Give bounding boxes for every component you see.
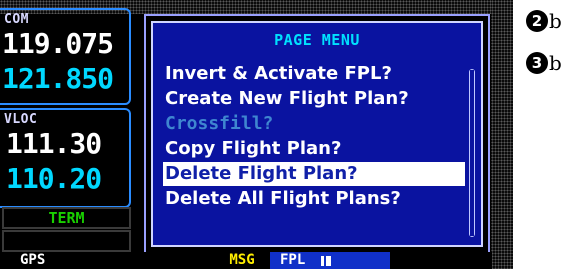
mode-annunciator: GPS [20, 252, 46, 268]
callout-2b: 2 b [526, 10, 562, 32]
vloc-label: VLOC [4, 112, 38, 127]
com-active-frequency: 119.075 [2, 27, 114, 60]
menu-item-delete-flight-plan[interactable]: Delete Flight Plan? [163, 162, 465, 186]
callout-number-badge: 2 [526, 10, 548, 32]
page-menu-window: PAGE MENU Invert & Activate FPL? Create … [144, 14, 490, 254]
message-annunciator[interactable]: MSG [214, 252, 270, 269]
callout-3b: 3 b [526, 52, 562, 74]
callout-number-badge: 3 [526, 52, 548, 74]
empty-annunciator-box [2, 230, 131, 252]
gps-display: COM 119.075 121.850 VLOC 111.30 110.20 T… [0, 0, 513, 269]
page-group-indicator: FPL [270, 252, 390, 269]
status-bar: GPS MSG FPL [0, 252, 492, 269]
callout-letter: b [549, 51, 562, 75]
menu-item-crossfill: Crossfill? [165, 113, 274, 134]
vloc-standby-frequency[interactable]: 110.20 [6, 162, 102, 195]
menu-scrollbar[interactable] [469, 69, 475, 237]
cdi-scale-label: TERM [48, 209, 85, 227]
page-position-marker-2 [326, 256, 331, 266]
display-right-edge [491, 0, 513, 269]
com-frequency-box[interactable]: COM 119.075 121.850 [0, 8, 131, 105]
menu-item-create-new-flight-plan[interactable]: Create New Flight Plan? [163, 87, 409, 111]
page-menu-panel: PAGE MENU Invert & Activate FPL? Create … [151, 21, 483, 247]
callout-letter: b [549, 9, 562, 33]
vloc-frequency-box[interactable]: VLOC 111.30 110.20 [0, 108, 131, 208]
com-standby-frequency[interactable]: 121.850 [2, 62, 114, 95]
cdi-scale-box: TERM [2, 207, 131, 229]
menu-item-delete-all-flight-plans[interactable]: Delete All Flight Plans? [163, 187, 401, 211]
menu-item-copy-flight-plan[interactable]: Copy Flight Plan? [163, 137, 341, 161]
vloc-active-frequency: 111.30 [6, 127, 102, 160]
com-label: COM [4, 12, 29, 27]
menu-item-invert-activate-fpl[interactable]: Invert & Activate FPL? [163, 62, 392, 86]
page-group-label: FPL [280, 252, 306, 268]
page-position-marker-1 [321, 256, 324, 266]
page-menu-title: PAGE MENU [274, 31, 360, 49]
radio-window: COM 119.075 121.850 VLOC 111.30 110.20 T… [0, 0, 138, 252]
menu-scrollbar-thumb[interactable] [470, 70, 474, 236]
